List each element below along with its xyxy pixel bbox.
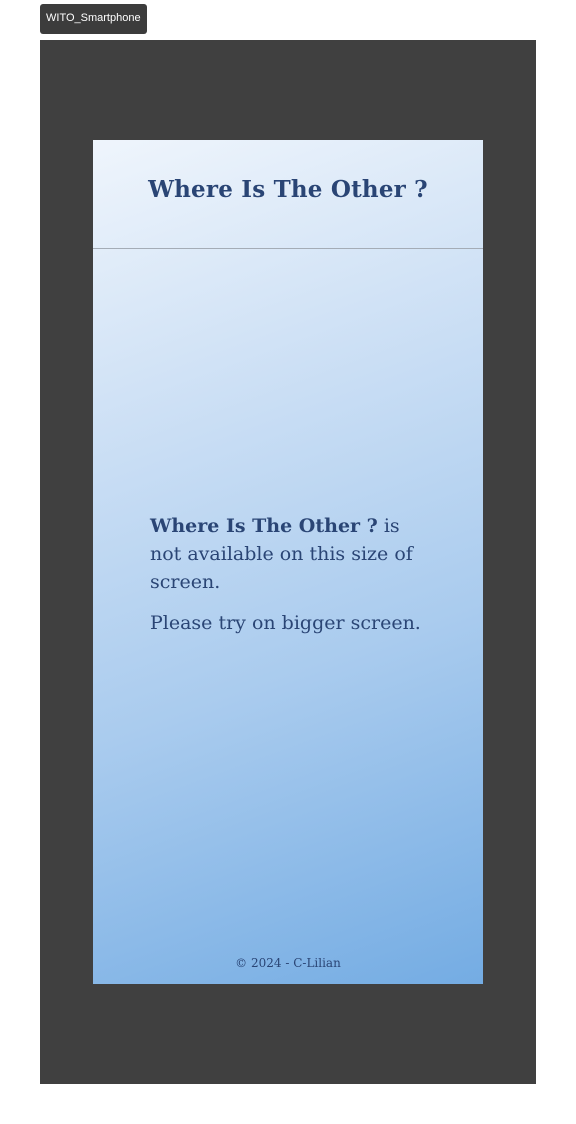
footer-copyright: © 2024 - C-Lilian [235, 956, 341, 970]
app-header: Where Is The Other ? [93, 140, 483, 249]
message-brand-name: Where Is The Other ? [150, 515, 378, 537]
message-line-availability: Where Is The Other ? is not available on… [150, 512, 435, 596]
frame-label: WITO_Smartphone [40, 4, 147, 34]
unsupported-screen-message: Where Is The Other ? is not available on… [150, 512, 435, 650]
app-screen: Where Is The Other ? Where Is The Other … [93, 140, 483, 984]
app-title: Where Is The Other ? [148, 176, 428, 203]
message-line-suggestion: Please try on bigger screen. [150, 612, 421, 634]
